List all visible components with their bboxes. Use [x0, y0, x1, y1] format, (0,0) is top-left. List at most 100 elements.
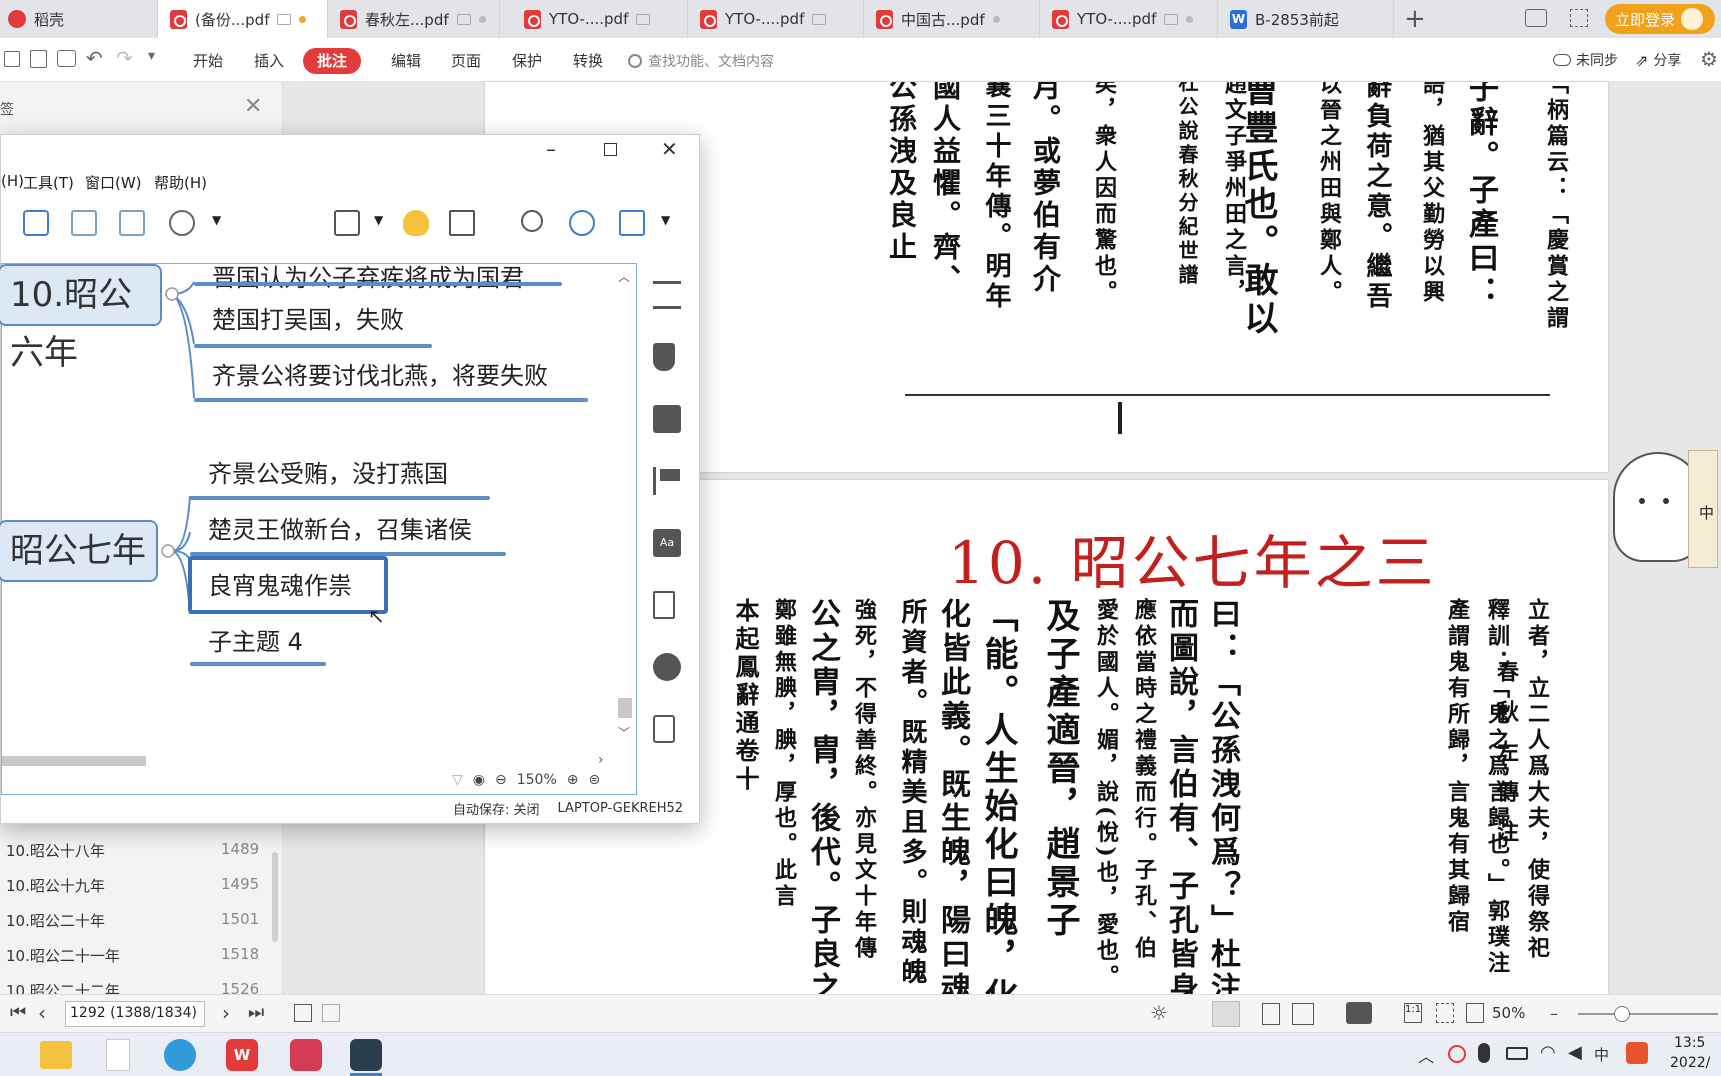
login-button[interactable]: 立即登录 — [1605, 4, 1715, 34]
zoom-slider-thumb[interactable] — [1614, 1006, 1630, 1022]
back-icon[interactable] — [294, 1004, 312, 1022]
screen-icon[interactable] — [1525, 9, 1547, 27]
record-icon[interactable] — [1448, 1045, 1466, 1063]
next-page-icon[interactable]: › — [222, 1001, 230, 1025]
text-style-icon[interactable]: Aa — [653, 529, 681, 557]
grid-view-icon[interactable] — [1570, 9, 1588, 27]
prev-page-icon[interactable]: ‹ — [38, 1001, 46, 1025]
close-dot-icon[interactable] — [1186, 15, 1194, 23]
zoom-slider[interactable] — [1578, 1006, 1718, 1022]
format-list-icon[interactable] — [653, 281, 681, 309]
dual-page-icon[interactable] — [1292, 1003, 1314, 1025]
wps-icon[interactable]: W — [226, 1039, 258, 1071]
menu-tools[interactable]: 工具(T) — [23, 172, 74, 193]
sync-status[interactable]: 未同步 — [1553, 50, 1618, 70]
note-icon[interactable] — [653, 591, 675, 619]
minimize-button[interactable]: – — [546, 137, 556, 161]
print-icon[interactable] — [57, 50, 76, 67]
horizontal-scrollbar[interactable]: › — [2, 752, 638, 768]
tab-backup-pdf[interactable]: (备份...pdf — [158, 0, 328, 38]
topic-node[interactable]: 10.昭公六年 — [0, 264, 162, 373]
subtopic[interactable]: 楚国打吴国，失败 — [212, 300, 404, 335]
outline-scrollbar[interactable] — [272, 852, 278, 942]
idea-bulb-icon[interactable] — [403, 210, 429, 236]
subtopic-selected[interactable]: 良宵鬼魂作祟 — [208, 566, 352, 601]
menu-window[interactable]: 窗口(W) — [85, 172, 142, 193]
tab-yto-pdf-2[interactable]: YTO-....pdf — [688, 0, 864, 38]
outline-view-icon[interactable] — [71, 210, 97, 236]
close-dot-icon[interactable] — [478, 15, 486, 23]
microphone-icon[interactable] — [1478, 1043, 1490, 1063]
chevron-down-icon[interactable]: ▼ — [212, 213, 221, 227]
search-box[interactable]: 查找功能、文档内容 — [628, 48, 774, 74]
zoom-out-icon[interactable]: ⊖ — [495, 772, 507, 788]
subtopic[interactable]: 晋国认为公子弃疾将成为国君 — [212, 258, 524, 293]
mindmap-canvas[interactable]: 10.昭公六年 晋国认为公子弃疾将成为国君 楚国打吴国，失败 齐景公将要讨伐北燕… — [0, 263, 638, 795]
task-icon[interactable] — [653, 715, 675, 743]
ribbon-tab-protect[interactable]: 保护 — [504, 48, 550, 74]
subtopic[interactable]: 楚灵王做新台，召集诸侯 — [208, 510, 472, 545]
redo-icon[interactable]: ↷ — [116, 46, 133, 70]
chevron-down-icon[interactable]: ▼ — [374, 213, 383, 227]
forward-icon[interactable] — [322, 1004, 340, 1022]
close-dot-icon[interactable] — [992, 15, 1000, 23]
clock-date[interactable]: 2022/ — [1670, 1055, 1710, 1071]
flag-icon[interactable] — [653, 467, 681, 495]
eye-icon[interactable]: ◉ — [473, 772, 485, 788]
play-icon[interactable] — [1346, 1002, 1372, 1024]
last-page-icon[interactable]: ⏭ — [248, 1002, 264, 1023]
volume-icon[interactable]: ◀ — [1568, 1042, 1582, 1063]
ribbon-tab-page[interactable]: 页面 — [443, 48, 489, 74]
subtopic[interactable]: 齐景公将要讨伐北燕，将要失败 — [212, 356, 548, 391]
filter-icon[interactable]: ▽ — [452, 772, 463, 788]
tab-yto-pdf-3[interactable]: YTO-....pdf — [1040, 0, 1218, 38]
ime-indicator[interactable]: 中 — [1594, 1044, 1609, 1065]
ribbon-tab-insert[interactable]: 插入 — [246, 48, 292, 74]
ribbon-tab-convert[interactable]: 转换 — [565, 48, 611, 74]
menu-help[interactable]: 帮助(H) — [154, 172, 207, 193]
xmind-icon[interactable] — [290, 1039, 322, 1071]
unsaved-dot-icon[interactable] — [299, 15, 307, 23]
continuous-page-icon[interactable] — [1262, 1003, 1280, 1025]
subtopic[interactable]: 齐景公受贿，没打燕国 — [208, 454, 448, 489]
page-number-input[interactable]: 1292 (1388/1834) — [65, 1001, 205, 1027]
folder-icon[interactable] — [4, 51, 20, 67]
new-tab-button[interactable]: + — [1404, 4, 1426, 34]
ribbon-tab-start[interactable]: 开始 — [185, 48, 231, 74]
undo-icon[interactable]: ↶ — [86, 46, 103, 70]
first-page-icon[interactable]: ⏮ — [10, 1002, 26, 1023]
fit-page-icon[interactable] — [1436, 1003, 1454, 1023]
actual-size-icon[interactable]: 1:1 — [1404, 1003, 1422, 1023]
tab-yto-pdf-1[interactable]: YTO-....pdf — [512, 0, 688, 38]
tab-docer[interactable]: 稻壳 — [0, 0, 158, 38]
outline-item[interactable]: 10.昭公二十一年 1518 — [0, 937, 265, 971]
vertical-scrollbar[interactable]: ︿ ﹀ — [618, 268, 632, 744]
share-icon[interactable] — [569, 210, 595, 236]
chevron-down-icon[interactable]: ▼ — [661, 213, 670, 227]
more-icon[interactable] — [169, 210, 195, 236]
outline-item[interactable]: 10.昭公十八年 1489 — [0, 832, 265, 866]
settings-gear-icon[interactable]: ⚙ — [1700, 47, 1718, 71]
outline-item[interactable]: 10.昭公二十二年 1526 — [0, 972, 265, 994]
subtopic[interactable]: 子主题 4 — [208, 622, 303, 657]
screen-recorder-icon[interactable] — [350, 1039, 382, 1071]
eye-protect-icon[interactable]: ☼ — [1150, 1001, 1168, 1025]
zoom-out-icon[interactable]: – — [1550, 1004, 1558, 1023]
tab-zhongguogu-pdf[interactable]: 中国古...pdf — [864, 0, 1040, 38]
topic-node[interactable]: 昭公七年 — [0, 520, 158, 582]
outline-item[interactable]: 10.昭公十九年 1495 — [0, 867, 265, 901]
wifi-icon[interactable]: ◠ — [1540, 1042, 1556, 1063]
presentation-icon[interactable] — [334, 210, 360, 236]
blank-document-icon[interactable] — [106, 1039, 130, 1071]
search-icon[interactable] — [521, 210, 543, 232]
layout-icon[interactable] — [449, 210, 475, 236]
close-icon[interactable]: ✕ — [244, 94, 262, 119]
zoom-percent[interactable]: 50% — [1492, 1004, 1525, 1022]
clock-time[interactable]: 13:5 — [1674, 1035, 1705, 1051]
save-icon[interactable] — [30, 50, 47, 68]
close-window-button[interactable]: ✕ — [661, 137, 678, 161]
sogou-ime-icon[interactable] — [1626, 1042, 1648, 1064]
file-explorer-icon[interactable] — [40, 1041, 72, 1069]
chevron-up-icon[interactable]: ︿ — [1418, 1043, 1434, 1067]
tab-b2853-doc[interactable]: W B-2853前起 — [1218, 0, 1394, 38]
